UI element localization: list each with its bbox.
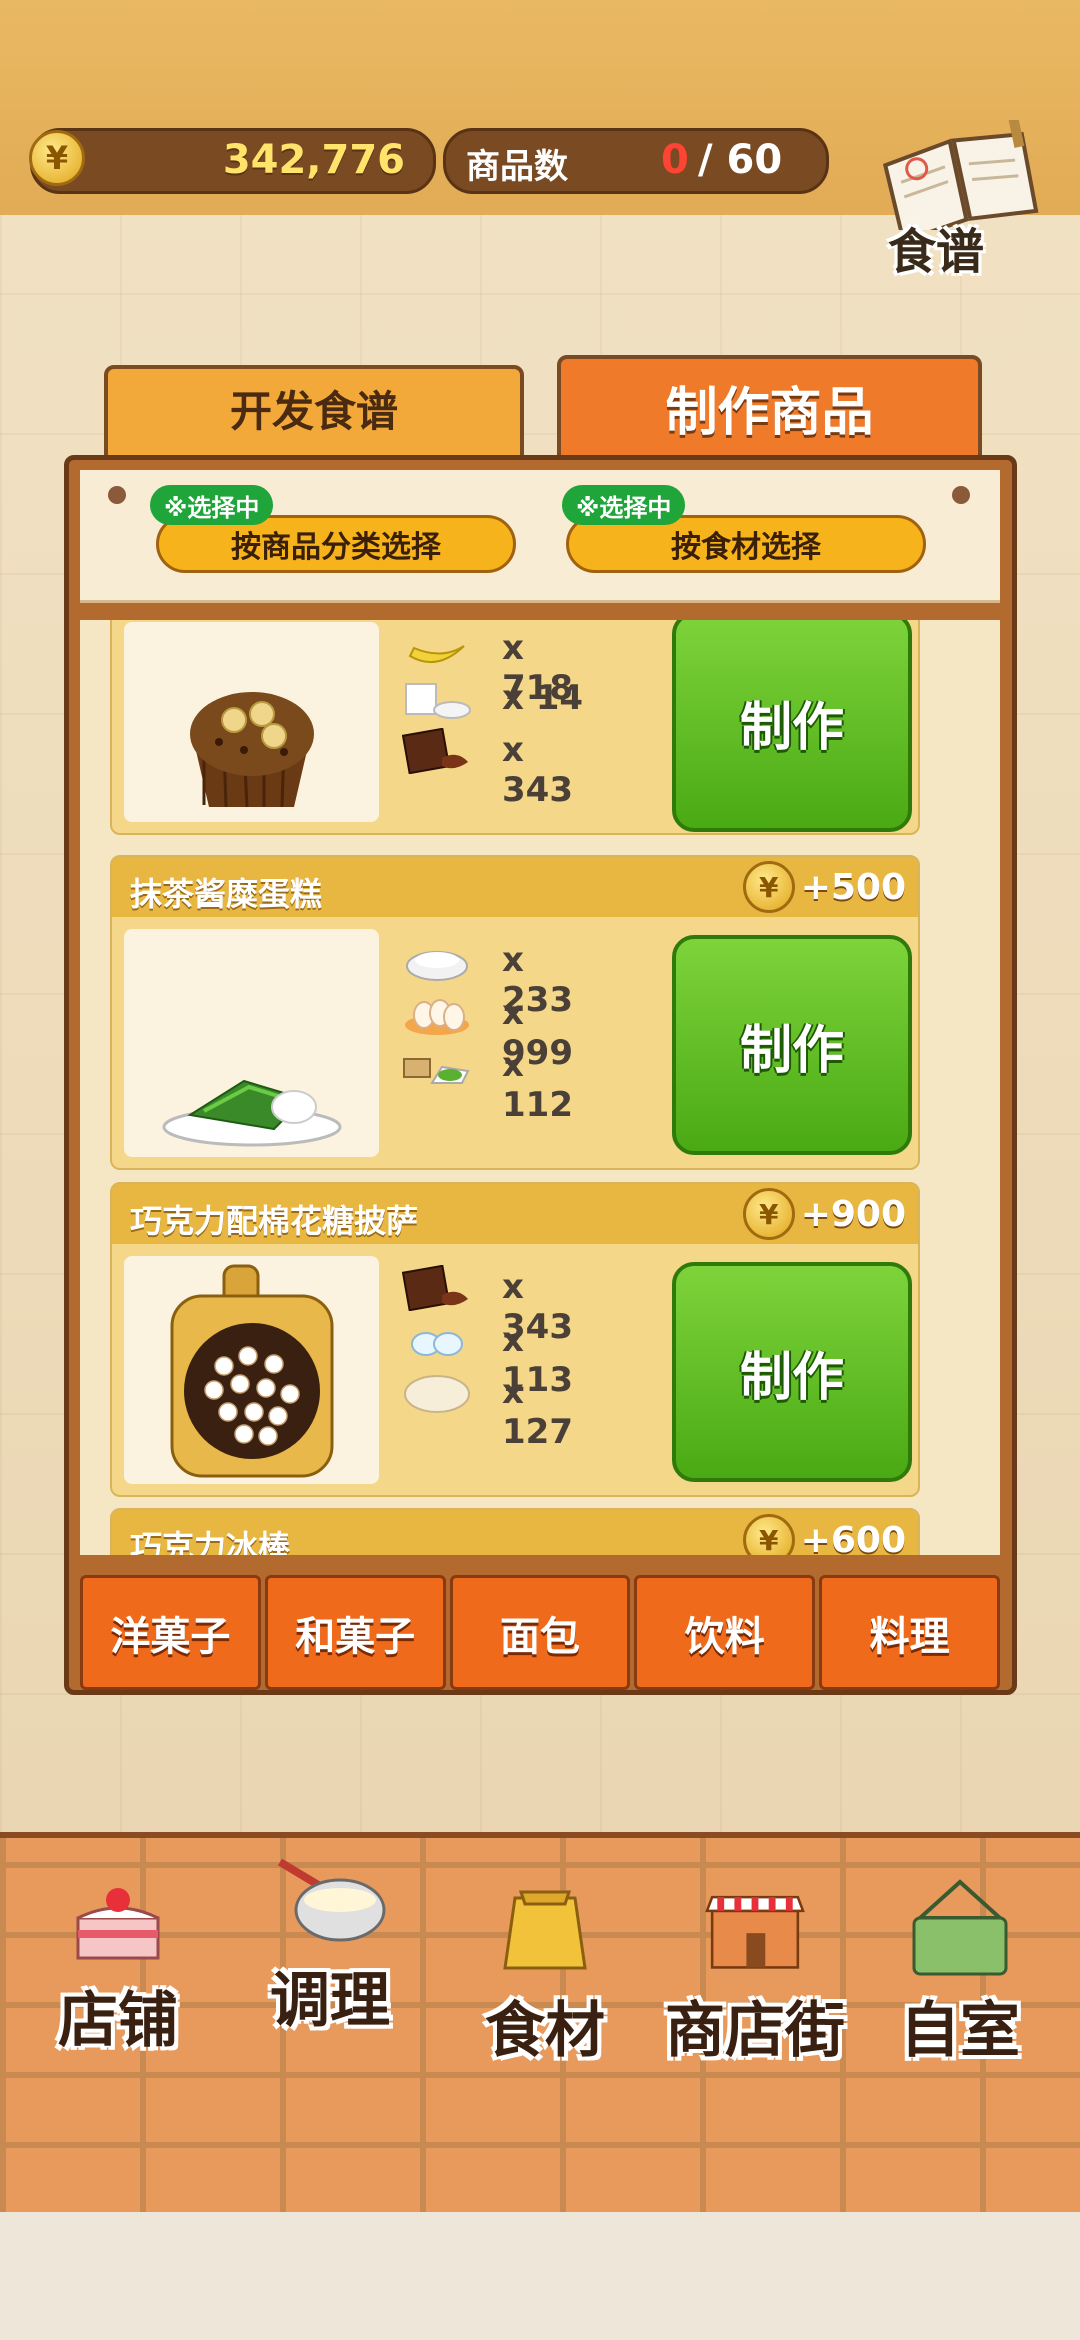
goods-count-display: 商品数 0 / 60 — [443, 128, 829, 194]
nav-store-label: 店铺 — [58, 1986, 178, 2056]
ingredient-quantity: x 127 — [502, 1372, 573, 1452]
eggs-icon — [405, 999, 469, 1035]
goods-count-max: / 60 — [698, 137, 783, 183]
matcha-cake-image — [162, 1079, 342, 1147]
ingredient-row: x 14 — [402, 670, 602, 730]
recipe-thumbnail — [124, 622, 379, 822]
recipe-card: x 718 x 14 x 343 制作 — [110, 620, 920, 835]
nav-cooking-label: 调理 — [270, 1966, 390, 2036]
chocolate-icon — [402, 728, 468, 774]
ingredient-quantity: x 112 — [502, 1045, 573, 1125]
flour-icon — [406, 951, 468, 981]
recipe-book-button[interactable]: 食谱 — [870, 120, 1050, 280]
recipe-card: 巧克力冰棒 ¥ +600 — [110, 1508, 920, 1555]
reward-value: +500 — [800, 866, 906, 908]
ingredient-quantity: x 343 — [502, 730, 573, 810]
money-display: ¥ 342,776 — [29, 128, 436, 194]
reward-value: +600 — [800, 1519, 906, 1556]
ingredient-row: x 113 — [402, 1312, 602, 1400]
recipe-card: 巧克力配棉花糖披萨 ¥ +900 x 343 x 113 x 127 制作 — [110, 1182, 920, 1497]
sugar-icon — [405, 683, 471, 719]
nav-store[interactable]: 店铺 — [28, 1868, 208, 2059]
recipe-name: 抹茶酱糜蛋糕 — [130, 875, 323, 913]
staff-only-sign-icon — [912, 1879, 1008, 1976]
marshmallow-icon — [411, 1332, 463, 1356]
category-bar: 洋菓子 和菓子 面包 饮料 料理 — [80, 1575, 1000, 1690]
recipe-reward: ¥ +600 — [742, 1514, 906, 1556]
nav-my-room-label: 自室 — [900, 1996, 1020, 2066]
nav-ingredients-label: 食材 — [485, 1996, 605, 2066]
recipe-list[interactable]: x 718 x 14 x 343 制作 抹茶酱糜蛋糕 ¥ +500 x 233 … — [80, 620, 1000, 1555]
dough-icon — [404, 1375, 470, 1413]
nav-ingredients[interactable]: 食材 — [455, 1878, 635, 2069]
recipe-reward: ¥ +500 — [742, 861, 906, 913]
mixing-bowl-icon — [277, 1858, 386, 1942]
coin-icon: ¥ — [742, 1514, 795, 1555]
make-button[interactable]: 制作 — [672, 935, 912, 1155]
make-button[interactable]: 制作 — [672, 1262, 912, 1482]
ingredient-row: x 233 — [402, 932, 602, 1020]
tab-develop-recipe[interactable]: 开发食谱 — [104, 365, 524, 460]
pin-icon — [952, 486, 970, 504]
coin-icon: ¥ — [29, 130, 85, 186]
chocolate-icon — [402, 1265, 468, 1311]
recipe-thumbnail — [124, 929, 379, 1157]
selected-tag: ※选择中 — [562, 485, 686, 525]
ingredient-row: x 343 — [402, 722, 602, 810]
pin-icon — [108, 486, 126, 504]
recipe-card: 抹茶酱糜蛋糕 ¥ +500 x 233 x 999 x 112 制作 — [110, 855, 920, 1170]
nav-shopping-street[interactable]: 商店街 — [650, 1878, 860, 2069]
category-western-sweets[interactable]: 洋菓子 — [80, 1575, 261, 1690]
category-japanese-sweets[interactable]: 和菓子 — [264, 1575, 446, 1690]
category-cuisine[interactable]: 料理 — [819, 1575, 1000, 1690]
flour-sack-icon — [503, 1890, 587, 1970]
ingredient-row: x 112 — [402, 1037, 602, 1125]
nav-shopping-street-label: 商店街 — [665, 1996, 845, 2066]
recipe-name: 巧克力冰棒 — [130, 1528, 291, 1555]
ingredient-row: x 343 — [402, 1259, 602, 1347]
shop-icon — [705, 1895, 805, 1969]
recipe-thumbnail — [124, 1256, 379, 1484]
make-button[interactable]: 制作 — [672, 620, 912, 832]
cake-icon — [76, 1888, 160, 1960]
matcha-icon — [403, 1058, 470, 1084]
coin-icon: ¥ — [742, 861, 795, 913]
banana-icon — [408, 645, 465, 663]
ingredient-quantity: x 14 — [502, 678, 584, 718]
filter-area: 按商品分类选择 ※选择中 按食材选择 ※选择中 — [80, 470, 1000, 603]
money-amount: 342,776 — [222, 137, 405, 183]
selected-tag: ※选择中 — [150, 485, 274, 525]
nav-cooking[interactable]: 调理 — [240, 1848, 420, 2039]
recipe-reward: ¥ +900 — [742, 1188, 906, 1240]
recipe-book-label: 食谱 — [888, 224, 985, 280]
category-drinks[interactable]: 饮料 — [634, 1575, 816, 1690]
category-bread[interactable]: 面包 — [449, 1575, 631, 1690]
coin-icon: ¥ — [742, 1188, 795, 1240]
goods-count-current: 0 — [661, 137, 689, 183]
marshmallow-pizza-image — [170, 1264, 334, 1478]
nav-my-room[interactable]: 自室 — [870, 1878, 1050, 2069]
bottom-navigation: 店铺 调理 食材 商店街 自室 — [0, 1832, 1080, 2218]
tab-make-goods[interactable]: 制作商品 — [557, 355, 982, 470]
recipe-name: 巧克力配棉花糖披萨 — [130, 1202, 419, 1240]
reward-value: +900 — [800, 1193, 906, 1235]
ingredient-row: x 127 — [402, 1364, 602, 1452]
ingredient-row: x 999 — [402, 985, 602, 1073]
bottom-floor — [0, 2212, 1080, 2340]
banana-muffin-image — [190, 692, 314, 808]
goods-count-label: 商品数 — [466, 147, 568, 187]
